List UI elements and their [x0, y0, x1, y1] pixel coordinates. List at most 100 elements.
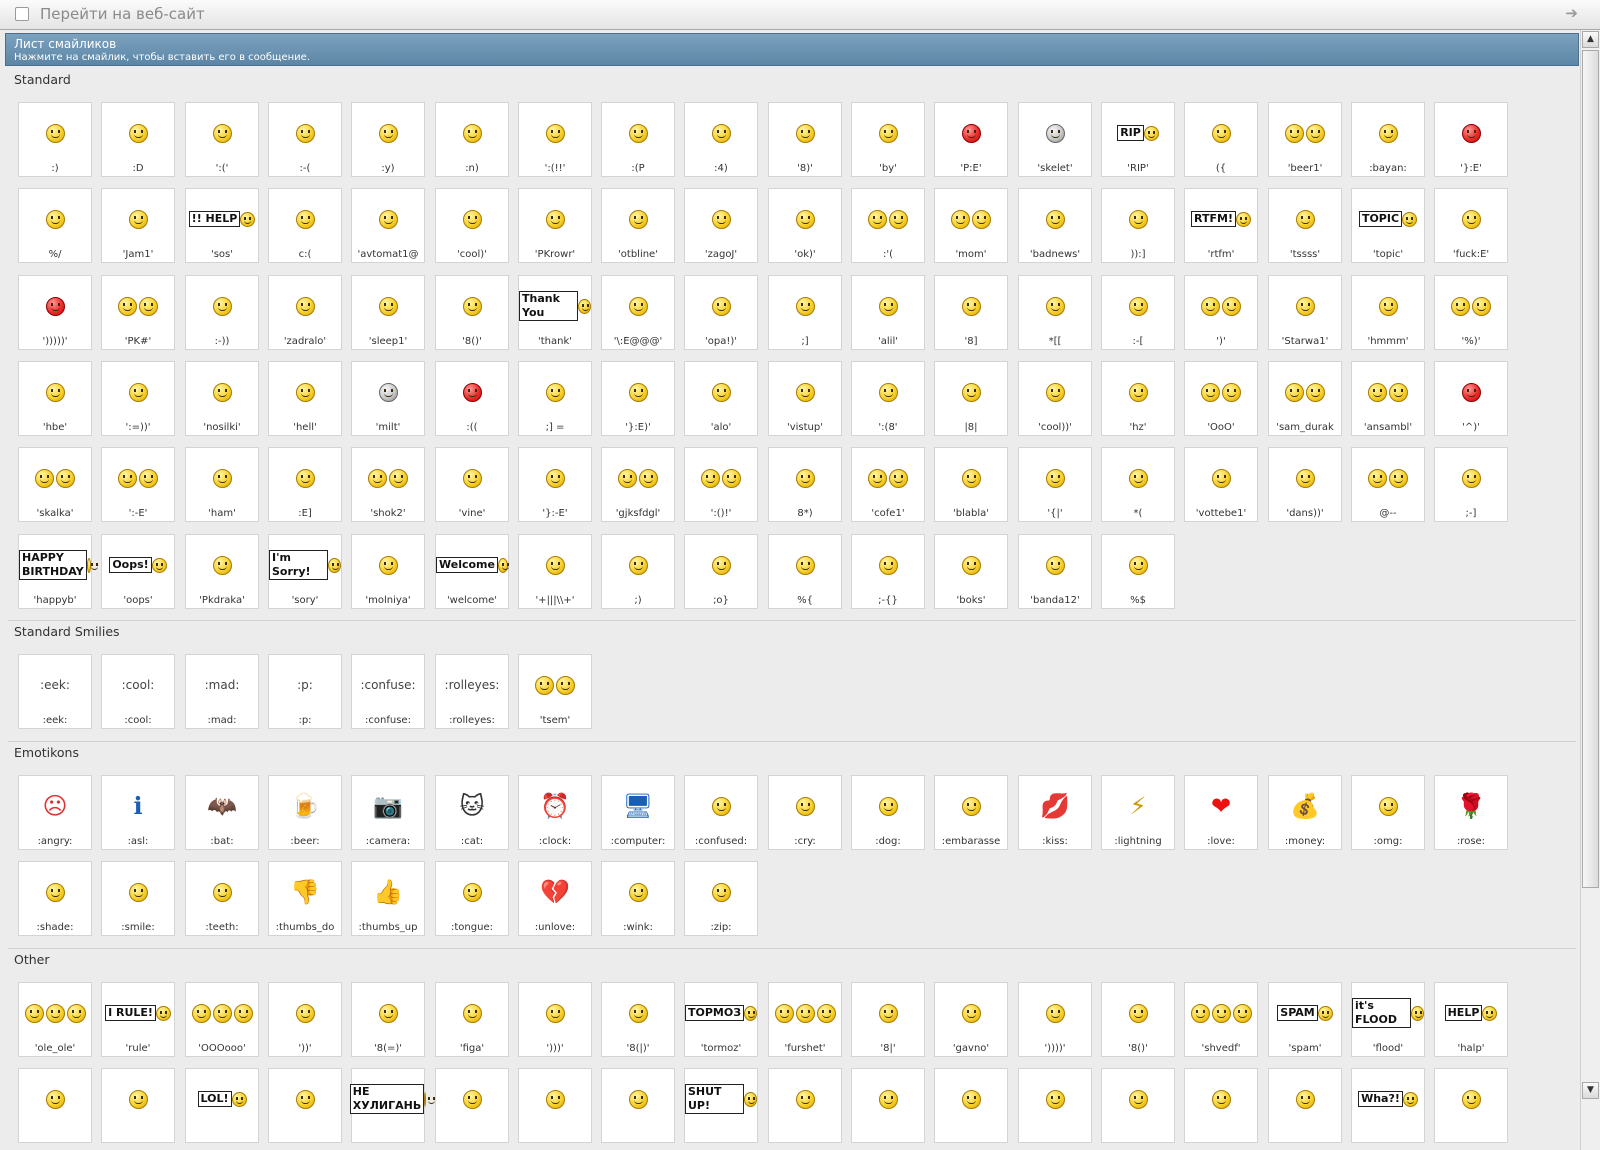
smiley-tile[interactable]: 👍:thumbs_up	[351, 861, 425, 936]
smiley-tile[interactable]: *[[	[1018, 275, 1092, 350]
smiley-tile[interactable]	[1434, 1068, 1508, 1143]
smiley-tile[interactable]: 💋:kiss:	[1018, 775, 1092, 850]
smiley-tile[interactable]: 'sleep1'	[351, 275, 425, 350]
smiley-tile[interactable]: '8()'	[1101, 982, 1175, 1057]
smiley-tile[interactable]: '8(=)'	[351, 982, 425, 1057]
smiley-tile[interactable]: 'OoO'	[1184, 361, 1258, 436]
smiley-tile[interactable]: '}:-E'	[518, 447, 592, 522]
smiley-tile[interactable]: 'alil'	[851, 275, 925, 350]
smiley-tile[interactable]: ':()!'	[684, 447, 758, 522]
smiley-tile[interactable]: 'ok)'	[768, 188, 842, 263]
smiley-tile[interactable]: 'milt'	[351, 361, 425, 436]
smiley-tile[interactable]: 'Pkdraka'	[185, 534, 259, 609]
smiley-tile[interactable]: :smile:	[101, 861, 175, 936]
smiley-tile[interactable]: )):]	[1101, 188, 1175, 263]
smiley-tile[interactable]: 💰:money:	[1268, 775, 1342, 850]
smiley-tile[interactable]: ':-E'	[101, 447, 175, 522]
smiley-tile[interactable]: '8]	[934, 275, 1008, 350]
smiley-tile[interactable]: 'shok2'	[351, 447, 425, 522]
smiley-tile[interactable]: '}:E)'	[601, 361, 675, 436]
smiley-tile[interactable]: 'cool))'	[1018, 361, 1092, 436]
smiley-tile[interactable]: :omg:	[1351, 775, 1425, 850]
smiley-tile[interactable]: :((	[435, 361, 509, 436]
smiley-tile[interactable]: :wink:	[601, 861, 675, 936]
smiley-tile[interactable]: 'PKrowr'	[518, 188, 592, 263]
smiley-tile[interactable]: 'gjksfdgl'	[601, 447, 675, 522]
smiley-tile[interactable]: 'hell'	[268, 361, 342, 436]
smiley-tile[interactable]: Wha?!	[1351, 1068, 1425, 1143]
smiley-tile[interactable]: 'badnews'	[1018, 188, 1092, 263]
smiley-tile[interactable]: 'tssss'	[1268, 188, 1342, 263]
smiley-tile[interactable]: 'P:E'	[934, 102, 1008, 177]
smiley-tile[interactable]	[268, 1068, 342, 1143]
smiley-tile[interactable]: |8|	[934, 361, 1008, 436]
smiley-tile[interactable]: I RULE! 'rule'	[101, 982, 175, 1057]
smiley-tile[interactable]: :cry:	[768, 775, 842, 850]
arrow-right-icon[interactable]: ➔	[1565, 4, 1578, 22]
address-bar[interactable]: Перейти на веб-сайт ➔	[0, 0, 1600, 30]
checkbox-icon[interactable]	[15, 7, 29, 21]
smiley-tile[interactable]: '8()'	[435, 275, 509, 350]
smiley-tile[interactable]: ;]	[768, 275, 842, 350]
smiley-tile[interactable]: ;] =	[518, 361, 592, 436]
smiley-tile[interactable]: :confuse::confuse:	[351, 654, 425, 729]
smiley-tile[interactable]: 'beer1'	[1268, 102, 1342, 177]
smiley-tile[interactable]: 🐱:cat:	[435, 775, 509, 850]
smiley-tile[interactable]: :p::p:	[268, 654, 342, 729]
smiley-tile[interactable]: 'gavno'	[934, 982, 1008, 1057]
scrollbar-thumb[interactable]	[1582, 50, 1599, 888]
smiley-tile[interactable]: :rolleyes::rolleyes:	[435, 654, 509, 729]
smiley-tile[interactable]	[601, 1068, 675, 1143]
smiley-tile[interactable]: HAPPY BIRTHDAY 'happyb'	[18, 534, 99, 609]
smiley-tile[interactable]: 'hmmm'	[1351, 275, 1425, 350]
vertical-scrollbar[interactable]: ▲ ▼	[1580, 30, 1600, 1150]
smiley-tile[interactable]: 'by'	[851, 102, 925, 177]
smiley-tile[interactable]: НЕ ХУЛИГАНЬ	[349, 1068, 436, 1143]
smiley-tile[interactable]: 'vottebe1'	[1184, 447, 1258, 522]
smiley-tile[interactable]: RTFM! 'rtfm'	[1184, 188, 1258, 263]
smiley-tile[interactable]: :D	[101, 102, 175, 177]
smiley-tile[interactable]	[518, 1068, 592, 1143]
smiley-tile[interactable]: 🍺:beer:	[268, 775, 342, 850]
smiley-tile[interactable]: :mad::mad:	[185, 654, 259, 729]
smiley-tile[interactable]: :4)	[684, 102, 758, 177]
smiley-tile[interactable]: 'mom'	[934, 188, 1008, 263]
smiley-tile[interactable]: 'Starwa1'	[1268, 275, 1342, 350]
smiley-tile[interactable]: 💔:unlove:	[518, 861, 592, 936]
smiley-tile[interactable]: ;)	[601, 534, 675, 609]
smiley-tile[interactable]: ТОРМОЗ 'tormoz'	[684, 982, 758, 1057]
smiley-tile[interactable]: :(P	[601, 102, 675, 177]
smiley-tile[interactable]: TOPIC 'topic'	[1351, 188, 1425, 263]
smiley-tile[interactable]: ':(8'	[851, 361, 925, 436]
smiley-tile[interactable]: 'hz'	[1101, 361, 1175, 436]
scroll-down-button[interactable]: ▼	[1582, 1082, 1599, 1099]
smiley-tile[interactable]: 'fuck:E'	[1434, 188, 1508, 263]
smiley-tile[interactable]: :cool::cool:	[101, 654, 175, 729]
smiley-tile[interactable]: ☹:angry:	[18, 775, 92, 850]
smiley-tile[interactable]: '8|'	[851, 982, 925, 1057]
smiley-tile[interactable]: :y)	[351, 102, 425, 177]
smiley-tile[interactable]: 'hbe'	[18, 361, 92, 436]
smiley-tile[interactable]: ':=))'	[101, 361, 175, 436]
smiley-tile[interactable]: '^)'	[1434, 361, 1508, 436]
smiley-tile[interactable]: Oops! 'oops'	[101, 534, 175, 609]
smiley-tile[interactable]	[435, 1068, 509, 1143]
smiley-tile[interactable]: 'vine'	[435, 447, 509, 522]
smiley-tile[interactable]	[1184, 1068, 1258, 1143]
smiley-tile[interactable]: LOL!	[185, 1068, 259, 1143]
smiley-tile[interactable]: :zip:	[684, 861, 758, 936]
smiley-tile[interactable]: 🌹:rose:	[1434, 775, 1508, 850]
smiley-tile[interactable]: ⏰:clock:	[518, 775, 592, 850]
smiley-tile[interactable]	[101, 1068, 175, 1143]
smiley-tile[interactable]: 'vistup'	[768, 361, 842, 436]
smiley-tile[interactable]: 'alo'	[684, 361, 758, 436]
smiley-tile[interactable]: :shade:	[18, 861, 92, 936]
smiley-tile[interactable]	[934, 1068, 1008, 1143]
smiley-tile[interactable]: RIP 'RIP'	[1101, 102, 1175, 177]
smiley-tile[interactable]: :confused:	[684, 775, 758, 850]
smiley-tile[interactable]: c:(	[268, 188, 342, 263]
smiley-tile[interactable]: 'cool)'	[435, 188, 509, 263]
smiley-tile[interactable]: 'skalka'	[18, 447, 92, 522]
smiley-tile[interactable]: '+|||\\+'	[518, 534, 592, 609]
smiley-tile[interactable]: :'(	[851, 188, 925, 263]
